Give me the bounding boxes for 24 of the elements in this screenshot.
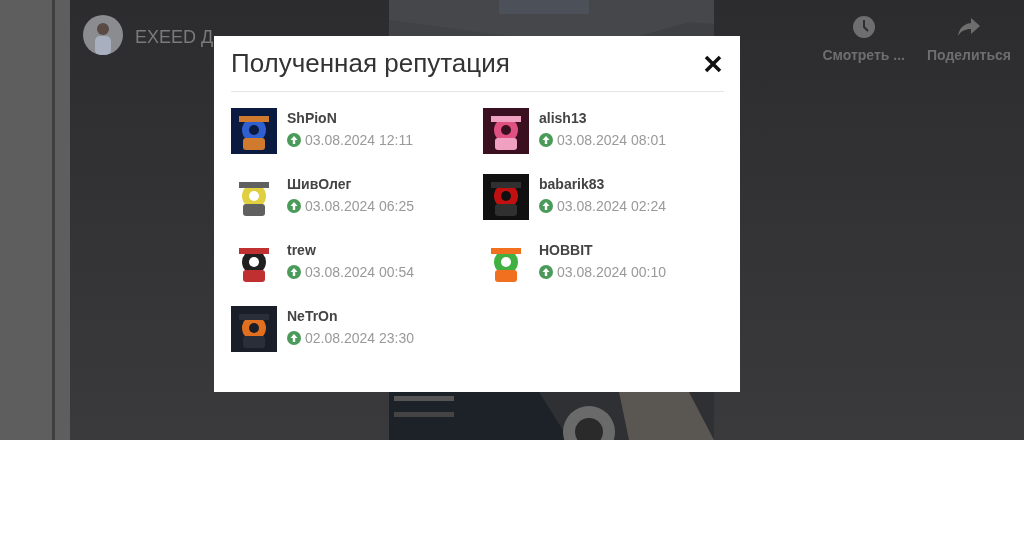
timestamp: 03.08.2024 00:10 — [557, 264, 666, 280]
arrow-up-icon — [287, 199, 301, 213]
arrow-up-icon — [287, 265, 301, 279]
arrow-up-icon — [287, 331, 301, 345]
timestamp: 03.08.2024 08:01 — [557, 132, 666, 148]
clock-icon — [851, 15, 876, 39]
close-icon — [704, 54, 722, 73]
timestamp: 02.08.2024 23:30 — [305, 330, 414, 346]
arrow-up-icon — [539, 265, 553, 279]
timestamp: 03.08.2024 06:25 — [305, 198, 414, 214]
timestamp: 03.08.2024 02:24 — [557, 198, 666, 214]
arrow-up-icon — [539, 199, 553, 213]
dialog-title: Полученная репутация — [231, 48, 510, 79]
timestamp: 03.08.2024 12:11 — [305, 132, 413, 148]
user-name[interactable]: ШивОлег — [287, 176, 414, 192]
user-name[interactable]: ShPioN — [287, 110, 413, 126]
user-name[interactable]: babarik83 — [539, 176, 666, 192]
user-name[interactable]: trew — [287, 242, 414, 258]
user-name[interactable]: alish13 — [539, 110, 666, 126]
user-name[interactable]: HOBBIT — [539, 242, 666, 258]
arrow-up-icon — [539, 133, 553, 147]
arrow-up-icon — [287, 133, 301, 147]
timestamp: 03.08.2024 00:54 — [305, 264, 414, 280]
user-name[interactable]: NeTrOn — [287, 308, 414, 324]
